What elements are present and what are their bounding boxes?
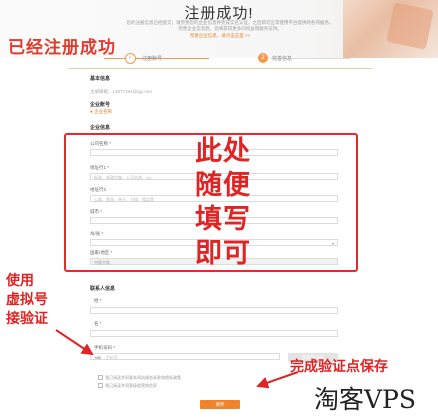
watermark: 淘客VPS: [314, 385, 417, 414]
annotation-arrows: [55, 329, 299, 389]
arrow-to-phone: [55, 329, 94, 356]
arrow-to-save: [256, 371, 299, 389]
